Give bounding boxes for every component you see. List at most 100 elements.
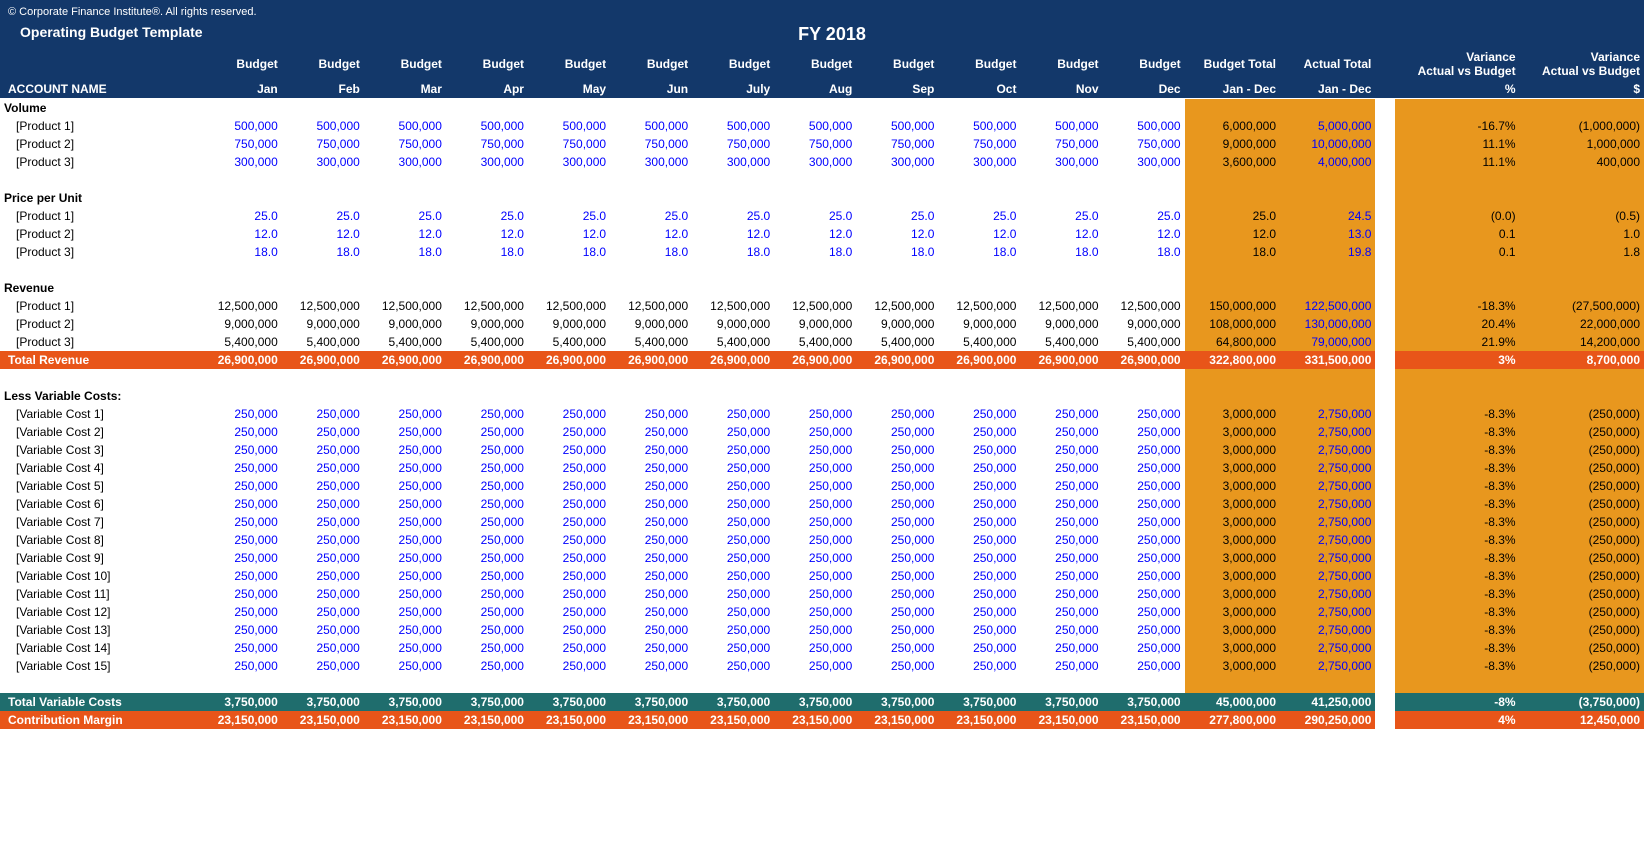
cell[interactable]: 250,000	[692, 405, 774, 423]
cell[interactable]: 250,000	[200, 423, 282, 441]
cell[interactable]: 250,000	[610, 567, 692, 585]
cell[interactable]: 23,150,000	[364, 711, 446, 729]
cell[interactable]: 250,000	[200, 441, 282, 459]
cell[interactable]: 250,000	[1103, 405, 1185, 423]
cell[interactable]	[200, 387, 282, 405]
cell[interactable]: 21.9%	[1395, 333, 1519, 351]
cell[interactable]: 500,000	[938, 117, 1020, 135]
cell[interactable]: 750,000	[1020, 135, 1102, 153]
cell[interactable]	[1103, 387, 1185, 405]
cell[interactable]: 250,000	[528, 477, 610, 495]
cell[interactable]: 250,000	[856, 495, 938, 513]
cell[interactable]: 3,750,000	[364, 693, 446, 711]
cell[interactable]: 500,000	[446, 117, 528, 135]
cell[interactable]: 25.0	[200, 207, 282, 225]
cell[interactable]: 250,000	[1103, 495, 1185, 513]
cell[interactable]: 250,000	[938, 459, 1020, 477]
cell[interactable]: 250,000	[528, 567, 610, 585]
cell[interactable]: 500,000	[1020, 117, 1102, 135]
cell[interactable]: 250,000	[528, 621, 610, 639]
cell[interactable]: 250,000	[364, 549, 446, 567]
cell[interactable]: 25.0	[528, 207, 610, 225]
cell[interactable]: 3,750,000	[528, 693, 610, 711]
cell[interactable]: 18.0	[692, 243, 774, 261]
cell[interactable]: 0.1	[1395, 243, 1519, 261]
cell[interactable]: 3,750,000	[446, 693, 528, 711]
cell[interactable]	[1185, 279, 1280, 297]
cell[interactable]: 250,000	[446, 459, 528, 477]
cell[interactable]: 277,800,000	[1185, 711, 1280, 729]
cell[interactable]	[938, 261, 1020, 279]
cell[interactable]: [Product 2]	[0, 135, 200, 153]
cell[interactable]: 250,000	[200, 459, 282, 477]
cell[interactable]: 26,900,000	[938, 351, 1020, 369]
cell[interactable]: 250,000	[1020, 459, 1102, 477]
cell[interactable]: 12,450,000	[1520, 711, 1644, 729]
cell[interactable]: -8.3%	[1395, 567, 1519, 585]
cell[interactable]: 250,000	[1020, 639, 1102, 657]
cell[interactable]: 750,000	[692, 135, 774, 153]
cell[interactable]: (250,000)	[1520, 477, 1644, 495]
cell[interactable]: 250,000	[364, 423, 446, 441]
cell[interactable]: (3,750,000)	[1520, 693, 1644, 711]
cell[interactable]: 3,000,000	[1185, 477, 1280, 495]
cell[interactable]: 3,000,000	[1185, 585, 1280, 603]
cell[interactable]	[446, 189, 528, 207]
cell[interactable]	[1375, 99, 1395, 118]
cell[interactable]: -8.3%	[1395, 459, 1519, 477]
cell[interactable]: Volume	[0, 99, 200, 118]
cell[interactable]: 250,000	[200, 513, 282, 531]
cell[interactable]: 5,400,000	[856, 333, 938, 351]
cell[interactable]: 2,750,000	[1280, 531, 1375, 549]
cell[interactable]: [Variable Cost 4]	[0, 459, 200, 477]
cell[interactable]	[856, 369, 938, 387]
cell[interactable]: 250,000	[856, 441, 938, 459]
cell[interactable]: 250,000	[364, 531, 446, 549]
cell[interactable]: 250,000	[856, 531, 938, 549]
cell[interactable]	[528, 369, 610, 387]
cell[interactable]: 250,000	[1020, 567, 1102, 585]
cell[interactable]	[1375, 315, 1395, 333]
cell[interactable]	[774, 387, 856, 405]
cell[interactable]	[1020, 171, 1102, 189]
cell[interactable]	[938, 675, 1020, 693]
cell[interactable]	[1375, 333, 1395, 351]
cell[interactable]: 9,000,000	[1020, 315, 1102, 333]
cell[interactable]: 1.0	[1520, 225, 1644, 243]
cell[interactable]	[610, 279, 692, 297]
cell[interactable]	[692, 189, 774, 207]
cell[interactable]: [Product 2]	[0, 225, 200, 243]
cell[interactable]: 250,000	[856, 405, 938, 423]
cell[interactable]: 250,000	[938, 423, 1020, 441]
cell[interactable]	[1185, 171, 1280, 189]
cell[interactable]	[1375, 135, 1395, 153]
cell[interactable]	[282, 189, 364, 207]
cell[interactable]: 250,000	[200, 477, 282, 495]
cell[interactable]: 9,000,000	[692, 315, 774, 333]
cell[interactable]: [Variable Cost 13]	[0, 621, 200, 639]
cell[interactable]: 250,000	[692, 567, 774, 585]
cell[interactable]: 250,000	[856, 513, 938, 531]
cell[interactable]: 19.8	[1280, 243, 1375, 261]
cell[interactable]	[1375, 693, 1395, 711]
cell[interactable]: [Product 2]	[0, 315, 200, 333]
cell[interactable]: 250,000	[938, 513, 1020, 531]
cell[interactable]: 11.1%	[1395, 135, 1519, 153]
cell[interactable]: 250,000	[938, 477, 1020, 495]
cell[interactable]: 25.0	[1185, 207, 1280, 225]
cell[interactable]: 250,000	[364, 603, 446, 621]
cell[interactable]: 250,000	[610, 657, 692, 675]
cell[interactable]	[1520, 171, 1644, 189]
cell[interactable]: 250,000	[528, 639, 610, 657]
cell[interactable]: 25.0	[856, 207, 938, 225]
cell[interactable]: 250,000	[364, 657, 446, 675]
cell[interactable]: 500,000	[200, 117, 282, 135]
cell[interactable]: 250,000	[200, 567, 282, 585]
cell[interactable]: (1,000,000)	[1520, 117, 1644, 135]
cell[interactable]: 3,000,000	[1185, 603, 1280, 621]
cell[interactable]: 250,000	[1020, 423, 1102, 441]
cell[interactable]: 250,000	[528, 657, 610, 675]
cell[interactable]: 250,000	[610, 513, 692, 531]
cell[interactable]: 3,000,000	[1185, 567, 1280, 585]
cell[interactable]: 300,000	[364, 153, 446, 171]
